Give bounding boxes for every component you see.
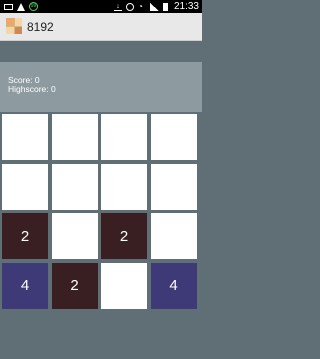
alarm-icon	[125, 2, 134, 11]
board-tile	[150, 213, 197, 259]
download-icon: ↓	[113, 3, 122, 11]
board-tile	[101, 163, 147, 210]
highscore-label: Highscore: 0	[8, 84, 56, 94]
status-right-icons: ↓ ◔ 21:33	[113, 0, 199, 13]
notification-badge-icon: 99	[29, 2, 38, 11]
wifi-icon: ◔	[137, 1, 143, 11]
bottom-area	[0, 312, 202, 359]
game-board[interactable]: 22424	[2, 114, 199, 312]
score-area	[0, 41, 202, 62]
status-left-icons: 99	[4, 0, 38, 13]
board-tile	[51, 213, 98, 259]
board-tile: 4	[2, 262, 48, 309]
app-title: 8192	[27, 20, 54, 34]
signal-icon	[149, 2, 159, 11]
board-tile	[51, 114, 98, 160]
board-tile: 2	[101, 213, 147, 259]
mail-icon	[4, 3, 13, 10]
status-time: 21:33	[173, 1, 199, 12]
warning-icon	[17, 2, 25, 11]
battery-icon	[162, 2, 168, 11]
board-tile	[2, 114, 48, 160]
board-tile: 2	[2, 213, 48, 259]
board-tile: 4	[150, 262, 197, 309]
board-tile	[150, 163, 197, 210]
board-tile	[101, 114, 147, 160]
board-tile: 2	[51, 262, 98, 309]
board-tile	[101, 262, 147, 309]
action-bar: 8192	[0, 13, 202, 41]
board-tile	[51, 163, 98, 210]
app-logo-icon[interactable]	[6, 18, 22, 34]
board-tile	[2, 163, 48, 210]
board-tile	[150, 114, 197, 160]
status-bar: 99 ↓ ◔ 21:33	[0, 0, 202, 13]
